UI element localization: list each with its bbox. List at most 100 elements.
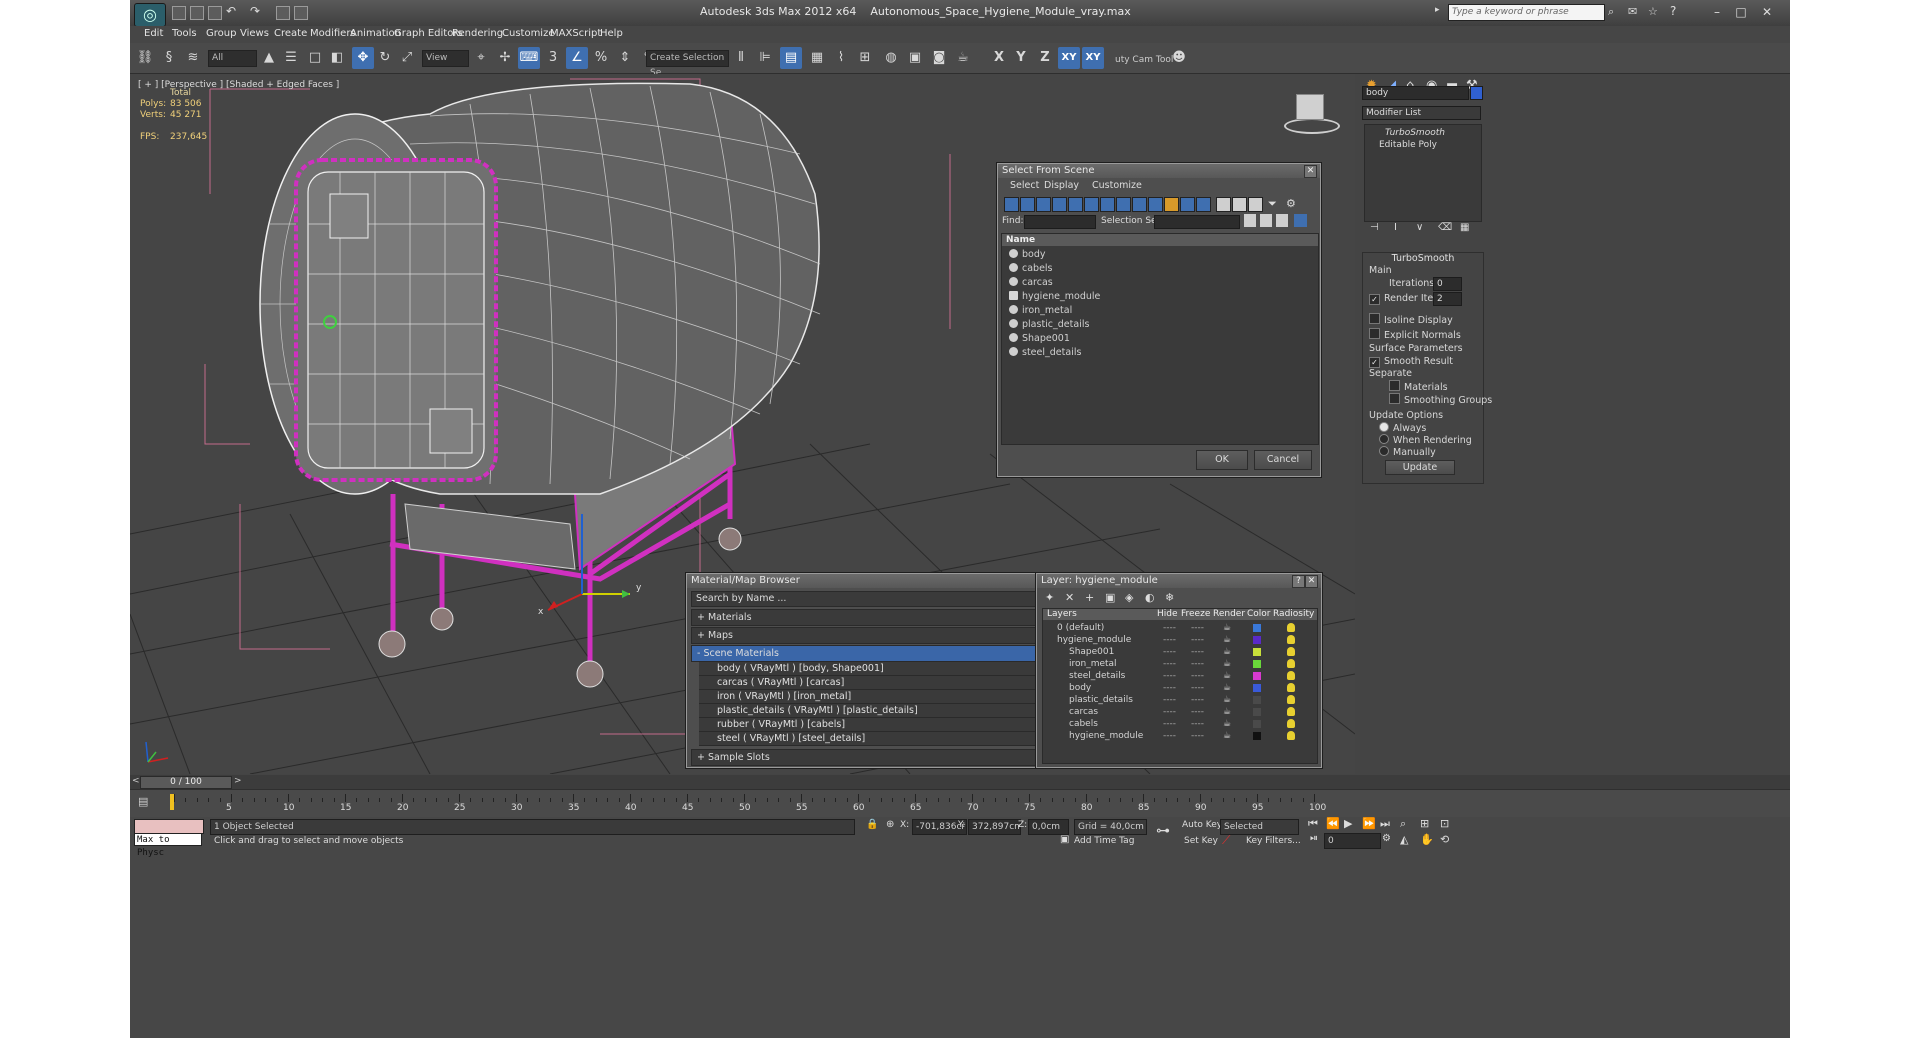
freeze-toggle[interactable]: ----: [1191, 622, 1204, 634]
hide-all-layers-icon[interactable]: ◐: [1145, 591, 1155, 604]
hide-toggle[interactable]: ----: [1163, 706, 1176, 718]
modifier-list-dropdown[interactable]: Modifier List: [1362, 106, 1481, 120]
menu-group[interactable]: Group: [206, 28, 236, 39]
col-hide[interactable]: Hide: [1157, 609, 1178, 619]
fetch-icon[interactable]: [294, 6, 308, 20]
menu-help[interactable]: Help: [600, 28, 623, 39]
scene-item-shape001[interactable]: Shape001: [1006, 332, 1402, 346]
scene-item-plastic-details[interactable]: plastic_details: [1006, 318, 1402, 332]
hide-toggle[interactable]: ----: [1163, 730, 1176, 742]
zoom-icon[interactable]: ⌕: [1400, 817, 1406, 831]
rendered-frame-icon[interactable]: ◙: [928, 47, 950, 69]
radiosity-bulb-icon[interactable]: [1287, 695, 1295, 704]
layer-help-icon[interactable]: ?: [1292, 575, 1305, 588]
object-color-swatch[interactable]: [1470, 86, 1483, 100]
menu-rendering[interactable]: Rendering: [452, 28, 503, 39]
time-slider[interactable]: < 0 / 100 >: [130, 775, 1790, 789]
cam-tool-label[interactable]: uty Cam Tool: [1115, 55, 1173, 65]
delete-layer-icon[interactable]: ✕: [1065, 591, 1074, 604]
layer-color-swatch[interactable]: [1253, 696, 1261, 704]
axis-xy-cycle-button[interactable]: XY: [1082, 47, 1104, 69]
hide-toggle[interactable]: ----: [1163, 646, 1176, 658]
freeze-toggle[interactable]: ----: [1191, 670, 1204, 682]
sfs-icon-c[interactable]: [1276, 214, 1288, 227]
radiosity-bulb-icon[interactable]: [1287, 731, 1295, 740]
search-by-name-input[interactable]: Search by Name ...: [696, 592, 786, 606]
layer-row[interactable]: cabels ---- ---- ☕: [1045, 718, 1389, 730]
infocenter-search-input[interactable]: Type a keyword or phrase: [1448, 4, 1605, 21]
update-always-option[interactable]: Always: [1379, 422, 1426, 434]
select-from-scene-titlebar[interactable]: Select From Scene ✕: [998, 164, 1320, 178]
menu-maxscript[interactable]: MAXScript: [550, 28, 601, 39]
display-lights-icon[interactable]: [1036, 197, 1051, 212]
graphite-toolbar-icon[interactable]: ▦: [806, 47, 828, 69]
go-to-start-icon[interactable]: ⏮: [1308, 817, 1318, 831]
render-teapot-icon[interactable]: ☕: [1223, 658, 1231, 670]
radiosity-bulb-icon[interactable]: [1287, 719, 1295, 728]
named-selection-set-dropdown[interactable]: Create Selection Se: [646, 50, 729, 78]
time-configuration-icon[interactable]: ⚙: [1382, 833, 1391, 844]
window-crossing-icon[interactable]: ◧: [326, 47, 348, 69]
key-selection-dropdown[interactable]: Selected: [1220, 819, 1299, 835]
sfs-icon-d[interactable]: [1294, 214, 1307, 227]
select-and-move-icon[interactable]: ✥: [352, 47, 374, 69]
track-bar[interactable]: ▤ 5 10 15 20 25 30 35 40 45 50 55 60 65 70 75 80 85 90 95 1…: [130, 789, 1790, 818]
name-column-header[interactable]: Name: [1002, 234, 1318, 246]
play-icon[interactable]: ▶: [1344, 817, 1352, 830]
set-key-icon[interactable]: ⟋: [1222, 833, 1230, 848]
axis-z-button[interactable]: Z: [1034, 47, 1056, 69]
selection-filter-dropdown[interactable]: All: [208, 50, 257, 67]
curve-editor-icon[interactable]: ⌇: [830, 47, 852, 69]
display-groups-icon[interactable]: [1100, 197, 1115, 212]
sfs-icon-b[interactable]: [1260, 214, 1272, 227]
axis-y-button[interactable]: Y: [1010, 47, 1032, 69]
percent-snap-icon[interactable]: %: [590, 47, 612, 69]
menu-customize[interactable]: Customize: [502, 28, 555, 39]
layer-color-swatch[interactable]: [1253, 636, 1261, 644]
make-unique-icon[interactable]: ∨: [1416, 222, 1423, 233]
display-all-icon[interactable]: [1196, 197, 1211, 212]
layer-row[interactable]: hygiene_module ---- ---- ☕: [1045, 730, 1389, 742]
radiosity-bulb-icon[interactable]: [1287, 707, 1295, 716]
update-button[interactable]: Update: [1385, 460, 1455, 475]
sfs-menu-customize[interactable]: Customize: [1092, 180, 1142, 191]
manipulate-icon[interactable]: ✢: [494, 47, 516, 69]
radiosity-bulb-icon[interactable]: [1287, 635, 1295, 644]
previous-frame-icon[interactable]: ⏪: [1326, 817, 1340, 830]
layer-color-swatch[interactable]: [1253, 732, 1261, 740]
stack-item-turbosmooth[interactable]: TurboSmooth: [1367, 127, 1477, 139]
binoculars-icon[interactable]: ⌕: [1608, 5, 1614, 19]
display-bones-icon[interactable]: [1132, 197, 1147, 212]
display-hidden-icon[interactable]: [1180, 197, 1195, 212]
time-tag-icon[interactable]: ▣: [1060, 834, 1069, 845]
layer-color-swatch[interactable]: [1253, 648, 1261, 656]
radiosity-bulb-icon[interactable]: [1287, 683, 1295, 692]
angle-snap-icon[interactable]: ∠: [566, 47, 588, 69]
menu-modifiers[interactable]: Modifiers: [310, 28, 356, 39]
add-time-tag-button[interactable]: Add Time Tag: [1074, 836, 1134, 846]
render-iters-spinner[interactable]: 2: [1433, 292, 1462, 306]
render-teapot-icon[interactable]: ☕: [1223, 718, 1231, 730]
search-arrow-icon[interactable]: ▸: [1435, 5, 1440, 15]
new-file-icon[interactable]: [172, 6, 186, 20]
col-freeze[interactable]: Freeze: [1181, 609, 1210, 619]
render-teapot-icon[interactable]: ☕: [1223, 646, 1231, 658]
ok-button[interactable]: OK: [1196, 450, 1248, 470]
render-teapot-icon[interactable]: ☕: [1223, 670, 1231, 682]
scene-item-hygiene-module[interactable]: hygiene_module: [1006, 290, 1402, 304]
layer-manager-icon[interactable]: ▤: [780, 47, 802, 69]
hide-toggle[interactable]: ----: [1163, 622, 1176, 634]
radiosity-bulb-icon[interactable]: [1287, 623, 1295, 632]
show-end-result-icon[interactable]: I: [1394, 222, 1397, 233]
layer-row[interactable]: carcas ---- ---- ☕: [1045, 706, 1389, 718]
render-production-icon[interactable]: ☕: [952, 47, 974, 69]
render-setup-icon[interactable]: ▣: [904, 47, 926, 69]
highlight-layer-icon[interactable]: ◈: [1125, 591, 1133, 604]
maximize-button[interactable]: □: [1730, 4, 1752, 20]
display-invert-icon[interactable]: [1232, 197, 1247, 212]
hide-toggle[interactable]: ----: [1163, 658, 1176, 670]
explicit-normals-option[interactable]: Explicit Normals: [1369, 328, 1461, 341]
save-file-icon[interactable]: [208, 6, 222, 20]
key-mode-toggle-icon[interactable]: ⏯: [1310, 833, 1318, 844]
mirror-icon[interactable]: ⫴: [730, 47, 752, 69]
